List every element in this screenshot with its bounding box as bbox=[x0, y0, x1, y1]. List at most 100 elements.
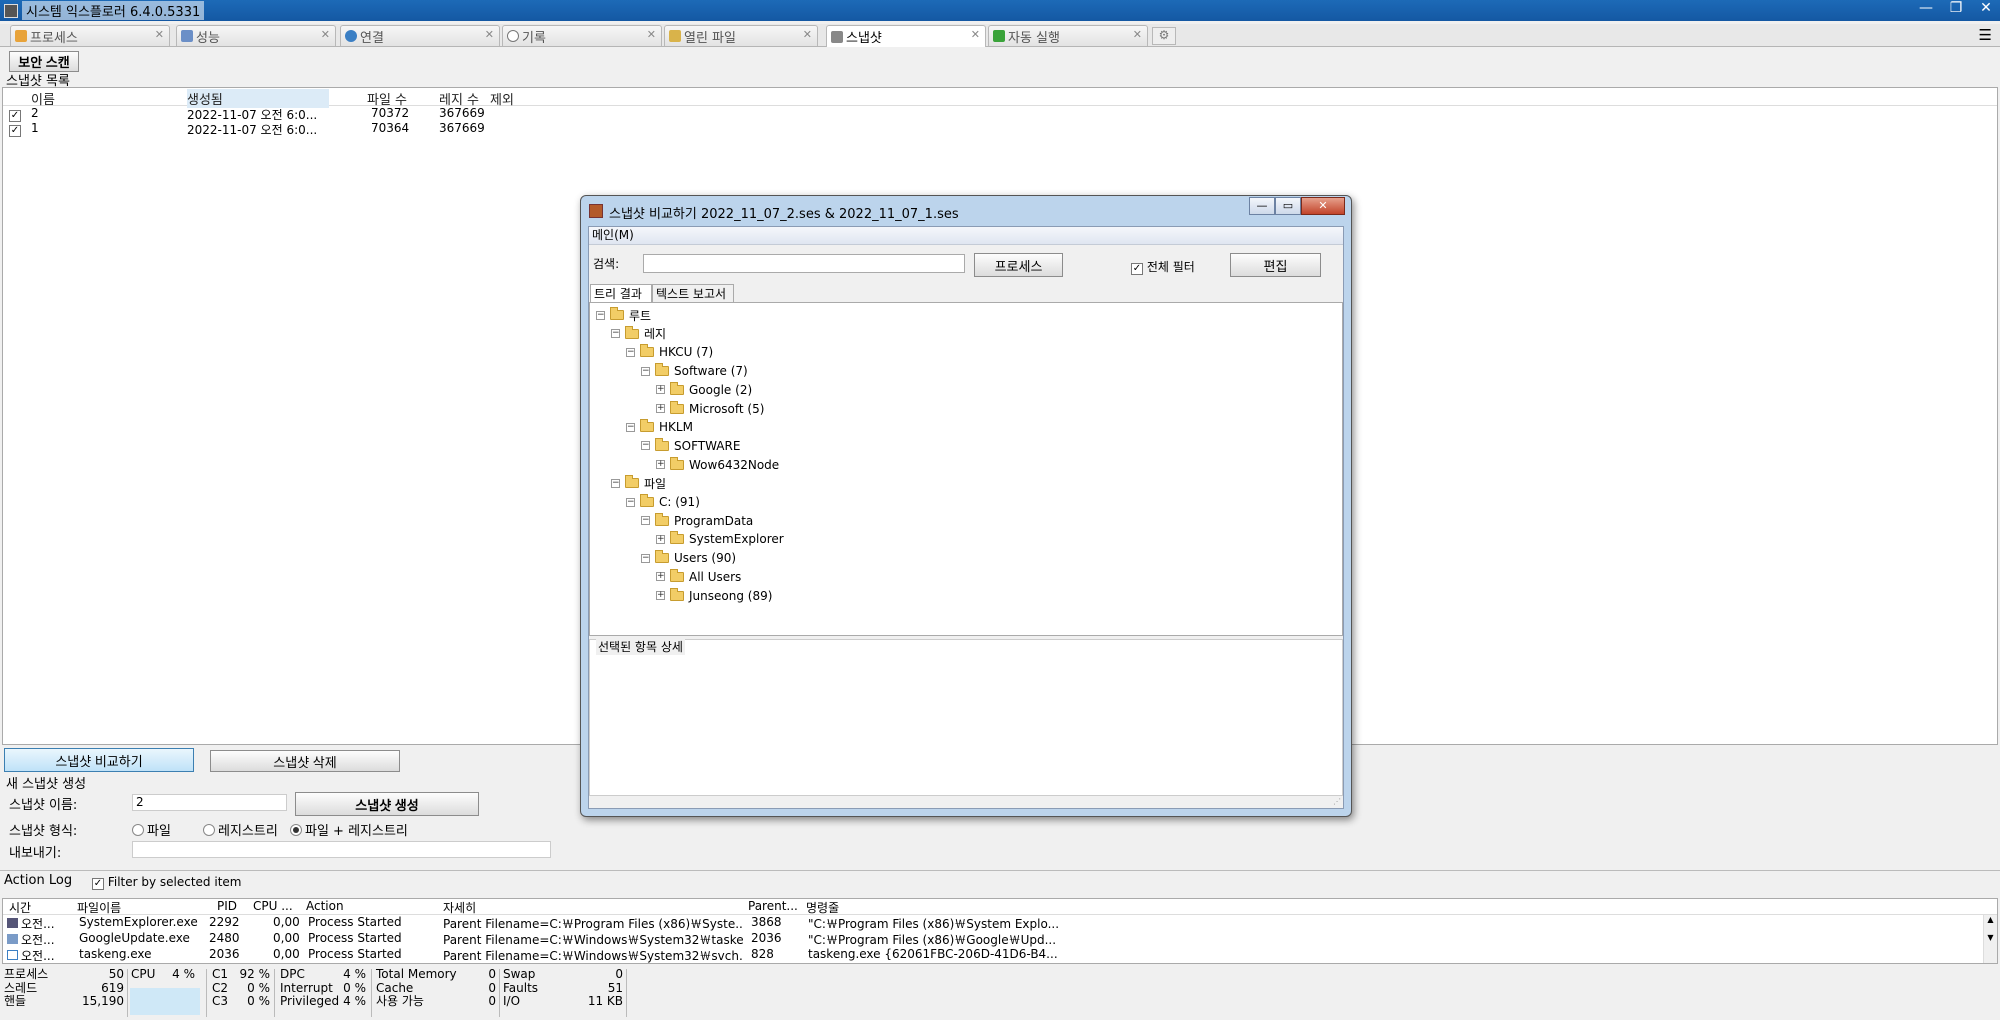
tab-autorun[interactable]: 자동 실행 ✕ bbox=[988, 25, 1148, 46]
minimize-icon[interactable]: — bbox=[1918, 0, 1934, 16]
radio-file-registry[interactable]: 파일 + 레지스트리 bbox=[290, 820, 408, 839]
results-tree[interactable]: − 루트 − 레지 − HKCU (7) − Software (7) + Google (2) +… bbox=[589, 302, 1343, 636]
tree-node[interactable]: − 루트 bbox=[596, 307, 651, 323]
search-input[interactable] bbox=[643, 254, 965, 273]
maximize-icon[interactable]: ❐ bbox=[1948, 0, 1964, 16]
collapse-icon[interactable]: − bbox=[641, 441, 650, 451]
maximize-icon[interactable]: ▭ bbox=[1275, 197, 1301, 215]
close-icon[interactable]: ✕ bbox=[1133, 28, 1142, 41]
tree-node[interactable]: − ProgramData bbox=[641, 512, 753, 529]
tree-node[interactable]: + SystemExplorer bbox=[656, 531, 784, 547]
cell-file: SystemExplorer.exe bbox=[79, 915, 198, 929]
tab-tree-results[interactable]: 트리 결과 bbox=[590, 284, 652, 302]
delete-snapshot-button[interactable]: 스냅샷 삭제 bbox=[210, 750, 400, 772]
menu-main[interactable]: 메인(M) bbox=[592, 228, 634, 242]
column-header[interactable]: Action bbox=[306, 899, 344, 913]
checkbox-icon[interactable]: ✓ bbox=[1131, 263, 1143, 275]
process-button[interactable]: 프로세스 bbox=[974, 253, 1063, 277]
minimize-icon[interactable]: — bbox=[1249, 197, 1275, 215]
tab-performance[interactable]: 성능 ✕ bbox=[176, 25, 336, 46]
dialog-title-bar: 스냅샷 비교하기 2022_11_07_2.ses & 2022_11_07_1… bbox=[581, 196, 1351, 224]
tree-node[interactable]: + Junseong (89) bbox=[656, 587, 772, 604]
tree-node[interactable]: + Microsoft (5) bbox=[656, 400, 764, 417]
tab-processes[interactable]: 프로세스 ✕ bbox=[10, 25, 170, 46]
collapse-icon[interactable]: − bbox=[611, 478, 620, 488]
tab-text-report[interactable]: 텍스트 보고서 bbox=[652, 284, 734, 302]
snapshot-name-input[interactable]: 2 bbox=[132, 794, 287, 811]
compare-snapshots-button[interactable]: 스냅샷 비교하기 bbox=[4, 748, 194, 772]
column-header[interactable]: 파일이름 bbox=[77, 899, 121, 916]
tree-node[interactable]: + All Users bbox=[656, 568, 741, 585]
collapse-icon[interactable]: − bbox=[626, 497, 635, 507]
tree-node[interactable]: − C: (91) bbox=[626, 494, 700, 510]
tab-open-files[interactable]: 열린 파일 ✕ bbox=[664, 25, 818, 46]
column-header[interactable]: PID bbox=[217, 899, 237, 913]
column-header[interactable]: 명령줄 bbox=[806, 899, 839, 916]
collapse-icon[interactable]: − bbox=[641, 553, 650, 563]
new-tab-icon[interactable]: ⚙ bbox=[1152, 27, 1176, 45]
column-header[interactable]: 시간 bbox=[9, 899, 31, 916]
filter-selected-checkbox[interactable]: ✓ Filter by selected item bbox=[92, 875, 241, 890]
edit-button[interactable]: 편집 bbox=[1230, 253, 1321, 277]
radio-icon[interactable] bbox=[290, 824, 302, 836]
radio-icon[interactable] bbox=[203, 824, 215, 836]
table-row[interactable]: ✓ 1 2022-11-07 오전 6:0... 70364 367669 bbox=[3, 121, 1997, 137]
column-header[interactable]: Parent... bbox=[748, 899, 800, 913]
close-icon[interactable]: ✕ bbox=[971, 28, 980, 41]
column-header[interactable]: CPU ... bbox=[253, 899, 303, 913]
tree-node[interactable]: + Google (2) bbox=[656, 381, 752, 398]
expand-icon[interactable]: + bbox=[656, 460, 665, 470]
radio-icon[interactable] bbox=[132, 824, 144, 836]
tab-connections[interactable]: 연결 ✕ bbox=[340, 25, 500, 46]
close-icon[interactable]: ✕ bbox=[155, 28, 164, 41]
tree-node[interactable]: − 파일 bbox=[611, 475, 666, 491]
radio-registry[interactable]: 레지스트리 bbox=[203, 820, 278, 839]
expand-icon[interactable]: + bbox=[656, 404, 665, 413]
create-snapshot-button[interactable]: 스냅샷 생성 bbox=[295, 792, 479, 816]
action-log-table[interactable]: 시간 파일이름 PID CPU ... Action 자세히 Parent...… bbox=[2, 898, 1998, 964]
collapse-icon[interactable]: − bbox=[626, 422, 635, 432]
radio-file[interactable]: 파일 bbox=[132, 820, 171, 839]
close-icon[interactable]: ✕ bbox=[647, 28, 656, 41]
expand-icon[interactable]: + bbox=[656, 534, 665, 544]
filter-all-checkbox[interactable]: ✓ 전체 필터 bbox=[1131, 258, 1195, 275]
collapse-icon[interactable]: − bbox=[626, 347, 635, 357]
table-row[interactable]: 오전... GoogleUpdate.exe 2480 0,00 Process… bbox=[3, 931, 1997, 947]
row-checkbox[interactable]: ✓ bbox=[9, 125, 21, 137]
export-input[interactable] bbox=[132, 841, 551, 858]
tree-node[interactable]: − HKCU (7) bbox=[626, 344, 713, 360]
collapse-icon[interactable]: − bbox=[641, 366, 650, 376]
column-header[interactable]: 자세히 bbox=[443, 899, 476, 916]
tree-node[interactable]: − HKLM bbox=[626, 419, 693, 435]
hamburger-menu-icon[interactable]: ☰ bbox=[1979, 26, 1992, 44]
log-scrollbar[interactable]: ▲ ▼ bbox=[1983, 915, 1997, 963]
table-row[interactable]: ✓ 2 2022-11-07 오전 6:0... 70372 367669 bbox=[3, 106, 1997, 122]
expand-icon[interactable]: + bbox=[656, 572, 665, 582]
resize-grip-icon[interactable]: ⋰ bbox=[1333, 797, 1341, 806]
collapse-icon[interactable]: − bbox=[596, 310, 605, 320]
collapse-icon[interactable]: − bbox=[611, 329, 620, 339]
close-icon[interactable]: ✕ bbox=[485, 28, 494, 41]
table-row[interactable]: 오전... taskeng.exe 2036 0,00 Process Star… bbox=[3, 947, 1997, 963]
tree-node[interactable]: − 레지 bbox=[611, 325, 666, 342]
folder-icon bbox=[670, 381, 684, 395]
expand-icon[interactable]: + bbox=[656, 591, 665, 600]
collapse-icon[interactable]: − bbox=[641, 516, 650, 526]
table-row[interactable]: 오전... SystemExplorer.exe 2292 0,00 Proce… bbox=[3, 915, 1997, 931]
checkbox-icon[interactable]: ✓ bbox=[92, 878, 104, 890]
close-icon[interactable]: ✕ bbox=[803, 28, 812, 41]
close-icon[interactable]: ✕ bbox=[1301, 197, 1345, 215]
close-icon[interactable]: ✕ bbox=[1978, 0, 1994, 16]
io-value: 11 KB bbox=[587, 994, 623, 1008]
tab-snapshot[interactable]: 스냅샷 ✕ bbox=[826, 25, 986, 47]
tree-node[interactable]: − SOFTWARE bbox=[641, 437, 740, 454]
tree-node[interactable]: − Users (90) bbox=[641, 550, 736, 566]
tree-node[interactable]: − Software (7) bbox=[641, 363, 748, 379]
folder-icon bbox=[670, 400, 684, 414]
tab-history[interactable]: 기록 ✕ bbox=[502, 25, 662, 46]
security-scan-button[interactable]: 보안 스캔 bbox=[9, 51, 79, 72]
tree-node[interactable]: + Wow6432Node bbox=[656, 456, 779, 473]
close-icon[interactable]: ✕ bbox=[321, 28, 330, 41]
expand-icon[interactable]: + bbox=[656, 385, 665, 395]
dialog-body: 메인(M) 검색: 프로세스 ✓ 전체 필터 편집 트리 결과 텍스트 보고서 … bbox=[588, 226, 1344, 809]
